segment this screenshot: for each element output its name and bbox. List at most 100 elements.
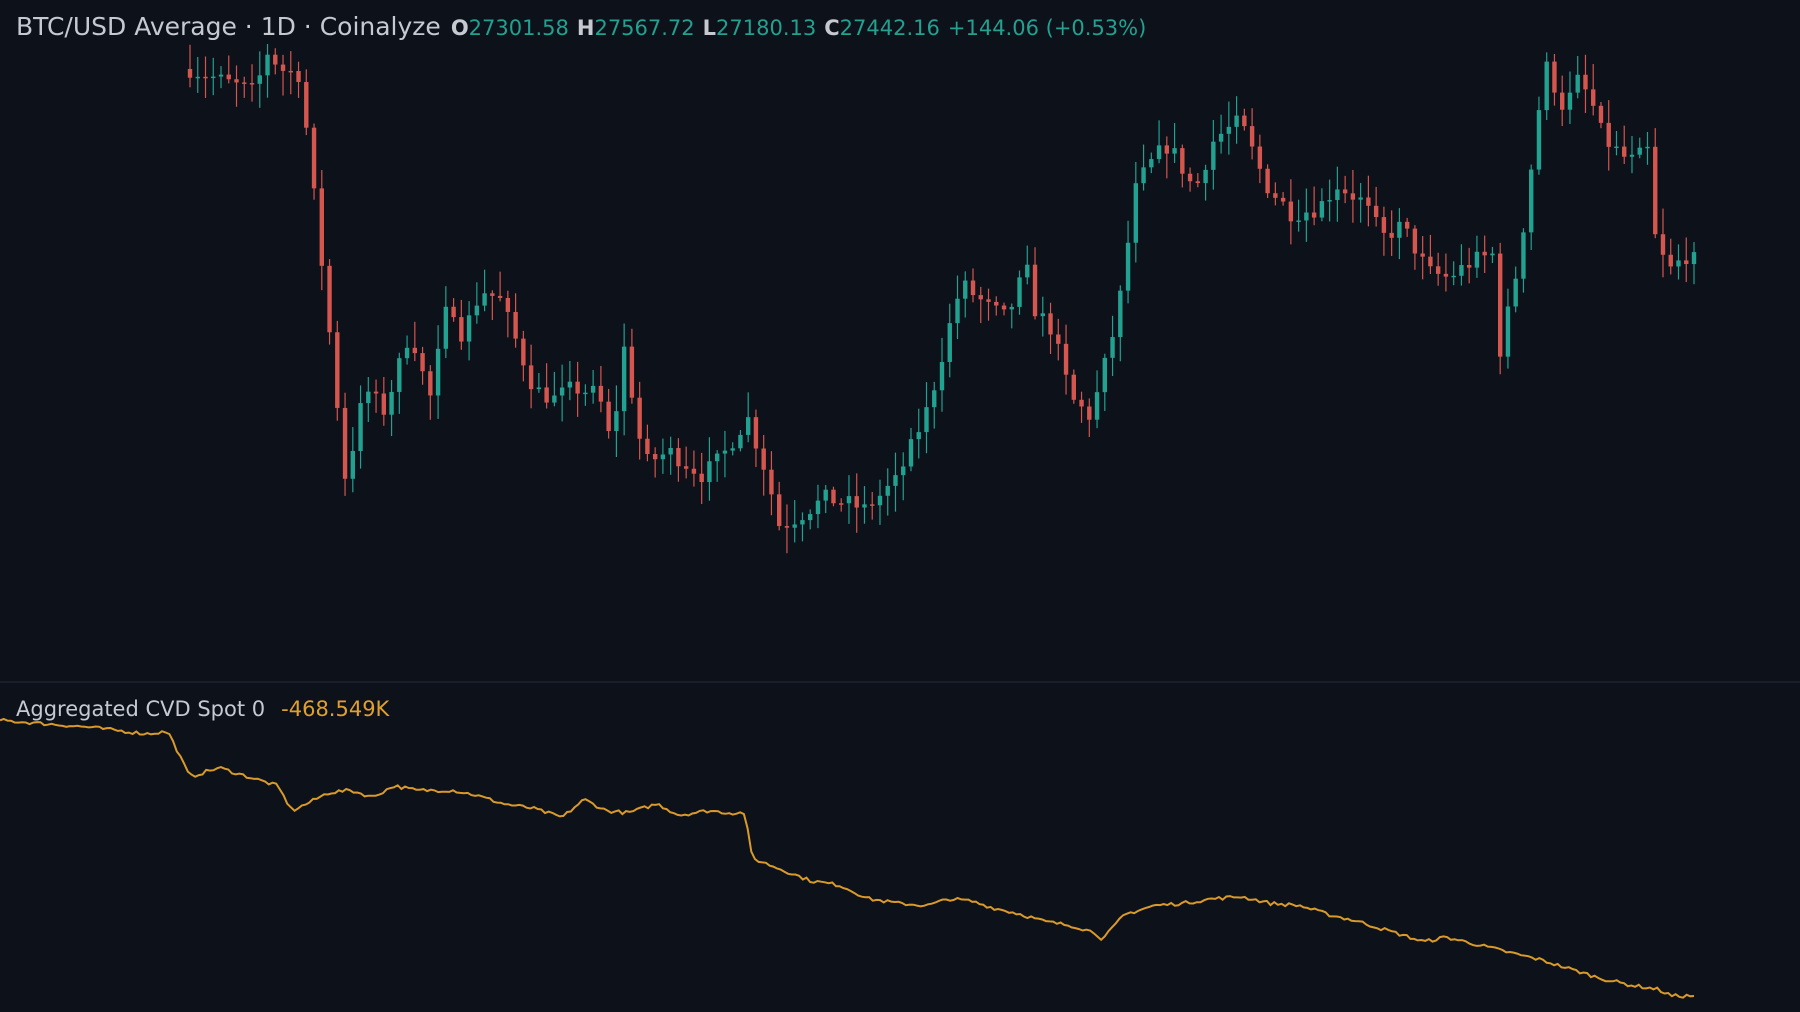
symbol-title[interactable]: BTC/USD Average · 1D · Coinalyze	[16, 12, 441, 41]
low-value: 27180.13	[716, 16, 817, 40]
candle-body	[304, 81, 309, 128]
candle-body	[1397, 221, 1402, 238]
candle-body	[614, 411, 619, 432]
candle-body	[1032, 264, 1038, 317]
candle-body	[738, 434, 743, 449]
candle-body	[699, 473, 704, 483]
candle-body	[211, 76, 216, 79]
candle-body	[567, 381, 573, 388]
candle-body	[846, 496, 852, 504]
candle-body	[901, 466, 906, 476]
candle-body	[947, 323, 952, 363]
candle-body	[932, 390, 937, 408]
candle-body	[1490, 253, 1495, 256]
candle-body	[1637, 147, 1642, 155]
candle-body	[1404, 221, 1410, 229]
chart-canvas[interactable]	[0, 0, 1800, 1012]
candle-body	[459, 317, 464, 342]
candle-body	[1420, 253, 1425, 257]
candle-body	[1172, 148, 1177, 154]
candle-body	[1668, 254, 1673, 267]
candle-body	[552, 395, 557, 403]
candle-body	[722, 450, 728, 454]
candle-body	[621, 346, 627, 412]
candle-body	[1040, 313, 1045, 317]
candle-body	[1645, 146, 1650, 149]
candle-body	[195, 76, 200, 79]
candle-body	[1133, 183, 1139, 243]
candle-body	[1203, 169, 1208, 184]
candle-body	[203, 76, 208, 79]
candle-body	[1389, 232, 1394, 238]
open-value: 27301.58	[468, 16, 569, 40]
candle-body	[1242, 115, 1247, 127]
candle-body	[1591, 89, 1596, 106]
candle-body	[784, 526, 790, 528]
candle-body	[350, 451, 356, 479]
candle-body	[1102, 357, 1108, 393]
candle-body	[1366, 197, 1371, 206]
candle-body	[296, 70, 301, 82]
candle-body	[482, 293, 487, 306]
candle-body	[1684, 260, 1689, 265]
candle-body	[420, 353, 425, 372]
candle-body	[1428, 256, 1433, 267]
candle-body	[668, 447, 673, 455]
candle-body	[1381, 217, 1387, 233]
candle-body	[590, 385, 596, 393]
candle-body	[854, 496, 859, 508]
candle-body	[435, 348, 441, 396]
candle-body	[1017, 277, 1022, 307]
candle-body	[1110, 337, 1115, 358]
change-value: +144.06 (+0.53%)	[947, 16, 1147, 40]
candle-body	[226, 74, 231, 80]
candle-body	[583, 392, 588, 395]
close-label: C	[824, 16, 840, 40]
candle-body	[1118, 290, 1123, 338]
candle-body	[559, 387, 565, 396]
candle-body	[1653, 146, 1658, 235]
candle-body	[1025, 264, 1030, 278]
candle-body	[257, 75, 262, 84]
candle-body	[831, 489, 836, 504]
candle-body	[273, 54, 278, 65]
candle-body	[792, 524, 797, 528]
candle-body	[373, 391, 379, 394]
candle-body	[908, 439, 914, 467]
candle-body	[939, 362, 945, 391]
candle-body	[839, 503, 844, 505]
candle-body	[366, 391, 371, 404]
candle-body	[1505, 306, 1511, 357]
candle-body	[745, 417, 751, 435]
cvd-value: -468.549K	[281, 697, 390, 721]
candle-body	[629, 346, 635, 398]
candle-body	[893, 475, 898, 486]
candle-body	[1187, 173, 1193, 182]
candle-body	[815, 500, 821, 515]
candle-body	[1327, 200, 1332, 202]
candle-body	[714, 453, 720, 462]
cvd-title[interactable]: Aggregated CVD Spot 0	[16, 697, 265, 721]
candle-body	[412, 347, 418, 354]
price-candles	[187, 43, 1697, 554]
candle-body	[1265, 168, 1270, 194]
candle-body	[1412, 228, 1418, 254]
candle-body	[1435, 266, 1441, 274]
candle-body	[490, 293, 495, 296]
candle-body	[1335, 189, 1340, 201]
candle-body	[381, 393, 387, 415]
candle-body	[1079, 399, 1084, 407]
candle-body	[1164, 145, 1170, 154]
candle-body	[1063, 343, 1069, 375]
candle-body	[1482, 251, 1487, 256]
candle-body	[769, 469, 774, 495]
candle-body	[1583, 74, 1588, 90]
candle-body	[404, 347, 410, 359]
candle-body	[986, 299, 991, 302]
candle-body	[513, 311, 518, 339]
candle-body	[1125, 242, 1131, 291]
candle-body	[1350, 193, 1356, 200]
candle-body	[1149, 159, 1154, 168]
candle-body	[1056, 334, 1061, 344]
candle-body	[234, 79, 239, 83]
